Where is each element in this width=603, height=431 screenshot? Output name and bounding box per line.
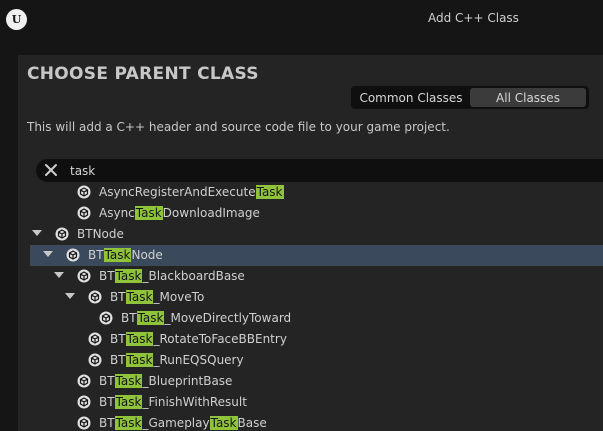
label-text: _Gameplay bbox=[142, 416, 210, 430]
search-match-highlight: Task bbox=[134, 206, 163, 220]
label-text: Async bbox=[99, 206, 135, 220]
search-match-highlight: Task bbox=[114, 374, 143, 388]
tab-all-classes[interactable]: All Classes bbox=[470, 88, 586, 107]
tree-row[interactable]: BTTask_GameplayTaskBase bbox=[30, 413, 603, 431]
tree-item-label: BTNode bbox=[77, 227, 124, 241]
description-text: This will add a C++ header and source co… bbox=[27, 120, 450, 134]
unreal-logo-icon: U bbox=[6, 9, 27, 30]
label-text: Base bbox=[237, 416, 267, 430]
page-title: CHOOSE PARENT CLASS bbox=[27, 64, 259, 84]
class-icon bbox=[77, 374, 91, 388]
search-match-highlight: Task bbox=[114, 416, 143, 430]
window-title: Add C++ Class bbox=[428, 11, 519, 25]
label-text: _RotateToFaceBBEntry bbox=[153, 332, 287, 346]
label-text: DownloadImage bbox=[162, 206, 260, 220]
tree-item-label: BTTask_FinishWithResult bbox=[99, 395, 247, 409]
label-text: _MoveTo bbox=[153, 290, 205, 304]
class-icon bbox=[88, 332, 102, 346]
class-icon bbox=[77, 395, 91, 409]
search-match-highlight: Task bbox=[114, 269, 143, 283]
label-text: BT bbox=[121, 311, 137, 325]
label-text: BT bbox=[99, 416, 115, 430]
class-icon bbox=[66, 248, 80, 262]
tree-item-label: BTTask_MoveDirectlyToward bbox=[121, 311, 291, 325]
label-text: BT bbox=[110, 353, 126, 367]
tree-row[interactable]: BTTaskNode bbox=[30, 245, 603, 266]
search-bar bbox=[36, 159, 603, 182]
label-text: BTNode bbox=[77, 227, 124, 241]
class-icon bbox=[77, 185, 91, 199]
class-icon bbox=[77, 416, 91, 430]
tree-item-label: AsyncRegisterAndExecuteTask bbox=[99, 185, 284, 199]
label-text: _RunEQSQuery bbox=[153, 353, 244, 367]
clear-search-icon[interactable] bbox=[44, 163, 58, 177]
expand-arrow-icon[interactable] bbox=[32, 230, 42, 236]
tree-row[interactable]: BTTask_RotateToFaceBBEntry bbox=[30, 329, 603, 350]
class-icon bbox=[55, 227, 69, 241]
tree-item-label: BTTask_RunEQSQuery bbox=[110, 353, 244, 367]
expand-arrow-icon[interactable] bbox=[54, 272, 64, 278]
tree-item-label: BTTask_MoveTo bbox=[110, 290, 204, 304]
class-icon bbox=[88, 290, 102, 304]
expand-arrow-icon[interactable] bbox=[43, 251, 53, 257]
tree-row[interactable]: AsyncRegisterAndExecuteTask bbox=[30, 182, 603, 203]
class-icon bbox=[99, 311, 113, 325]
label-text: BT bbox=[110, 332, 126, 346]
search-match-highlight: Task bbox=[209, 416, 238, 430]
tree-row[interactable]: BTTask_BlackboardBase bbox=[30, 266, 603, 287]
tab-common-classes[interactable]: Common Classes bbox=[354, 88, 468, 107]
search-match-highlight: Task bbox=[255, 185, 284, 199]
label-text: BT bbox=[88, 248, 104, 262]
search-match-highlight: Task bbox=[103, 248, 132, 262]
label-text: AsyncRegisterAndExecute bbox=[99, 185, 256, 199]
expand-arrow-icon[interactable] bbox=[65, 293, 75, 299]
label-text: BT bbox=[99, 269, 115, 283]
search-match-highlight: Task bbox=[114, 395, 143, 409]
label-text: BT bbox=[110, 290, 126, 304]
label-text: _MoveDirectlyToward bbox=[164, 311, 292, 325]
class-icon bbox=[88, 353, 102, 367]
tree-item-label: BTTaskNode bbox=[88, 248, 163, 262]
label-text: _BlueprintBase bbox=[142, 374, 233, 388]
tree-row[interactable]: BTTask_MoveTo bbox=[30, 287, 603, 308]
label-text: BT bbox=[99, 374, 115, 388]
tree-row[interactable]: BTTask_FinishWithResult bbox=[30, 392, 603, 413]
search-match-highlight: Task bbox=[125, 353, 154, 367]
class-filter-toggle: Common Classes All Classes bbox=[351, 86, 589, 109]
label-text: _FinishWithResult bbox=[142, 395, 247, 409]
tree-item-label: AsyncTaskDownloadImage bbox=[99, 206, 260, 220]
tree-row[interactable]: BTTask_BlueprintBase bbox=[30, 371, 603, 392]
tree-row[interactable]: BTTask_RunEQSQuery bbox=[30, 350, 603, 371]
title-bar: U Add C++ Class bbox=[0, 0, 603, 40]
label-text: _BlackboardBase bbox=[142, 269, 245, 283]
tree-item-label: BTTask_GameplayTaskBase bbox=[99, 416, 267, 430]
class-icon bbox=[77, 206, 91, 220]
class-tree: AsyncRegisterAndExecuteTask AsyncTaskDown… bbox=[30, 182, 603, 431]
tree-row[interactable]: BTTask_MoveDirectlyToward bbox=[30, 308, 603, 329]
label-text: Node bbox=[131, 248, 163, 262]
tree-row[interactable]: AsyncTaskDownloadImage bbox=[30, 203, 603, 224]
label-text: BT bbox=[99, 395, 115, 409]
tree-item-label: BTTask_RotateToFaceBBEntry bbox=[110, 332, 287, 346]
search-input[interactable] bbox=[70, 161, 590, 180]
class-icon bbox=[77, 269, 91, 283]
search-match-highlight: Task bbox=[125, 290, 154, 304]
search-match-highlight: Task bbox=[125, 332, 154, 346]
search-match-highlight: Task bbox=[136, 311, 165, 325]
tree-item-label: BTTask_BlackboardBase bbox=[99, 269, 245, 283]
tree-row[interactable]: BTNode bbox=[30, 224, 603, 245]
tree-item-label: BTTask_BlueprintBase bbox=[99, 374, 232, 388]
